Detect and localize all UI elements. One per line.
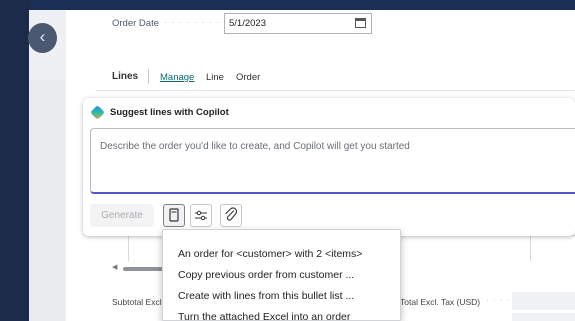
page-side-pane-lower: [29, 80, 66, 321]
calendar-icon[interactable]: [355, 18, 366, 28]
copilot-icon: [90, 105, 105, 120]
tab-order[interactable]: Order: [236, 72, 260, 83]
app-header-strip: [0, 0, 575, 10]
grid-column-divider: [128, 235, 129, 261]
copilot-prompt-input[interactable]: Describe the order you'd like to create,…: [90, 128, 575, 194]
options-button[interactable]: [190, 204, 212, 227]
menu-item[interactable]: Copy previous order from customer ...: [178, 269, 354, 281]
tab-manage[interactable]: Manage: [160, 72, 194, 83]
order-date-label: Order Date: [112, 18, 159, 29]
total-excl-tax-label: Total Excl. Tax (USD): [400, 297, 481, 307]
lines-divider: [96, 90, 575, 91]
copilot-title: Suggest lines with Copilot: [110, 107, 229, 118]
attach-button[interactable]: [220, 204, 242, 227]
left-dim-strip: [0, 0, 29, 321]
paperclip-icon: [225, 207, 238, 221]
total-tax-value: [512, 313, 575, 321]
chevron-left-icon: ‹: [39, 27, 46, 46]
order-date-leader-dots: · · · · · · · · · · · ·: [164, 17, 221, 27]
prompt-book-icon: [169, 208, 179, 222]
order-date-field[interactable]: 5/1/2023: [224, 13, 372, 34]
scroll-left-icon[interactable]: ◀: [112, 263, 117, 271]
menu-item[interactable]: An order for <customer> with 2 <items>: [178, 248, 362, 260]
total-leader-dots: · · · ·: [486, 296, 511, 305]
lines-section-title: Lines: [112, 71, 139, 82]
total-excl-tax-value: [512, 292, 575, 310]
generate-button[interactable]: Generate: [90, 204, 154, 227]
prompt-guide-button[interactable]: [163, 204, 185, 227]
menu-item[interactable]: Turn the attached Excel into an order: [178, 311, 350, 321]
back-button[interactable]: ‹: [28, 23, 57, 53]
lines-separator: [148, 69, 149, 84]
copilot-suggest-panel: Suggest lines with Copilot Describe the …: [83, 98, 575, 236]
scrollbar-thumb[interactable]: [123, 267, 167, 271]
prompt-placeholder: Describe the order you'd like to create,…: [100, 141, 410, 152]
prompt-guide-menu: An order for <customer> with 2 <items> C…: [162, 229, 401, 321]
tab-line[interactable]: Line: [206, 72, 224, 83]
subtotal-label: Subtotal Excl. Tax (USD): [112, 297, 162, 307]
order-date-value: 5/1/2023: [229, 18, 266, 29]
sliders-icon: [195, 210, 207, 221]
grid-column-divider: [530, 235, 531, 261]
menu-item[interactable]: Create with lines from this bullet list …: [178, 290, 354, 302]
